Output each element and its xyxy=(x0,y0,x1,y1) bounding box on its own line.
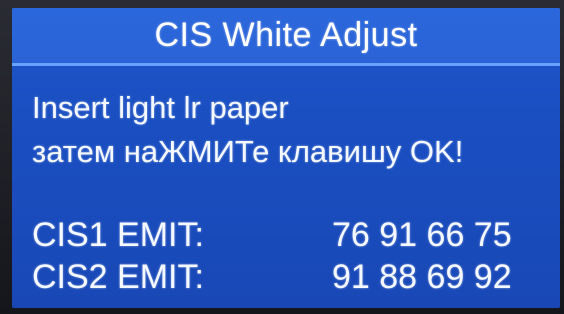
instruction-line-2: затем наЖМИТе клавишу OK! xyxy=(32,134,464,169)
lcd-screen: CIS White Adjust Insert light lr paper з… xyxy=(12,8,560,308)
cis2-emit-row: CIS2 EMIT: 91 88 69 92 xyxy=(32,258,552,298)
device-bezel: CIS White Adjust Insert light lr paper з… xyxy=(0,0,564,314)
cis1-emit-values: 76 91 66 75 xyxy=(332,216,512,254)
cis2-emit-values: 91 88 69 92 xyxy=(332,258,512,296)
cis1-emit-row: CIS1 EMIT: 76 91 66 75 xyxy=(32,216,552,256)
cis2-emit-label: CIS2 EMIT: xyxy=(32,258,204,296)
cis1-emit-label: CIS1 EMIT: xyxy=(32,216,204,254)
instruction-line-1: Insert light lr paper xyxy=(32,90,289,125)
title-bar: CIS White Adjust xyxy=(12,8,560,66)
screen-title: CIS White Adjust xyxy=(154,16,418,54)
